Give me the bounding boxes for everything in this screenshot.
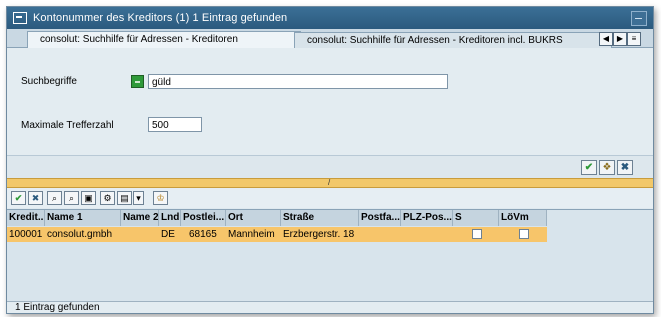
col-strasse[interactable]: Straße — [281, 210, 359, 226]
save-icon[interactable]: ▣ — [81, 191, 96, 205]
col-plzpos[interactable]: PLZ-Pos... — [401, 210, 453, 226]
apply-check-icon[interactable]: ✔ — [11, 191, 26, 205]
find-next-icon[interactable]: ⌕ — [64, 191, 79, 205]
col-ort[interactable]: Ort — [226, 210, 281, 226]
print-icon[interactable]: ▤ — [117, 191, 132, 205]
find-icon[interactable]: ⌕ — [47, 191, 62, 205]
cell-s-checkbox[interactable] — [472, 229, 482, 239]
col-kredit[interactable]: Kredit... — [7, 210, 45, 226]
col-postfach[interactable]: Postfa... — [359, 210, 401, 226]
tab-left-icon[interactable]: ◀ — [599, 32, 613, 46]
cell-loevm-checkbox[interactable] — [519, 229, 529, 239]
cell-strasse: Erzbergerstr. 18 — [283, 229, 355, 240]
grid-header: Kredit... Name 1 Name 2 Lnd Postlei... O… — [7, 210, 547, 226]
dialog-window: Kontonummer des Kreditors (1) 1 Eintrag … — [6, 6, 654, 314]
cell-kredit: 100001 — [9, 229, 43, 240]
window-icon — [13, 12, 27, 24]
settings-icon[interactable]: ⚙ — [100, 191, 115, 205]
col-s[interactable]: S — [453, 210, 499, 226]
suchbegriffe-label: Suchbegriffe — [21, 76, 77, 87]
personal-list-icon[interactable]: ♔ — [153, 191, 168, 205]
tab-list-icon[interactable]: ≡ — [627, 32, 641, 46]
max-hits-label: Maximale Trefferzahl — [21, 120, 114, 131]
window-title: Kontonummer des Kreditors (1) 1 Eintrag … — [33, 12, 288, 24]
col-lnd[interactable]: Lnd — [159, 210, 181, 226]
minimize-icon[interactable] — [631, 11, 647, 26]
tab-kreditoren-bukrs[interactable]: consolut: Suchhilfe für Adressen - Kredi… — [294, 32, 612, 48]
cell-plzpos — [401, 227, 453, 242]
col-plz[interactable]: Postlei... — [181, 210, 226, 226]
splitter[interactable]: / — [7, 178, 653, 188]
suchbegriffe-input[interactable]: güld — [148, 74, 448, 89]
cancel-x-icon[interactable]: ✖ — [28, 191, 43, 205]
table-row[interactable]: 100001 consolut.gmbh DE 68165 Mannheim E… — [7, 227, 547, 242]
cell-ort: Mannheim — [228, 229, 275, 240]
cell-name1: consolut.gmbh — [47, 229, 113, 240]
result-toolbar: ✔ ✖ ⌕ ⌕ ▣ ⚙ ▤ ▾ ♔ — [7, 188, 653, 208]
cell-postfach — [359, 227, 401, 242]
cell-plz: 68165 — [189, 229, 217, 240]
multi-select-icon[interactable] — [131, 75, 144, 88]
multi-select-icon[interactable]: ❖ — [599, 160, 615, 175]
tab-kreditoren[interactable]: consolut: Suchhilfe für Adressen - Kredi… — [27, 31, 301, 49]
title-bar: Kontonummer des Kreditors (1) 1 Eintrag … — [7, 7, 653, 29]
continue-check-icon[interactable]: ✔ — [581, 160, 597, 175]
col-loevm[interactable]: LöVm — [499, 210, 547, 226]
search-panel: Suchbegriffe güld Maximale Trefferzahl 5… — [7, 48, 653, 155]
cell-lnd: DE — [161, 229, 175, 240]
cancel-icon[interactable]: ✖ — [617, 160, 633, 175]
status-text: 1 Eintrag gefunden — [15, 302, 100, 313]
tab-right-icon[interactable]: ▶ — [613, 32, 627, 46]
tab-strip: consolut: Suchhilfe für Adressen - Kredi… — [7, 29, 653, 49]
result-grid: Kredit... Name 1 Name 2 Lnd Postlei... O… — [7, 209, 653, 302]
dropdown-icon[interactable]: ▾ — [133, 191, 144, 205]
col-name1[interactable]: Name 1 — [45, 210, 121, 226]
cell-name2 — [121, 227, 159, 242]
status-bar: 1 Eintrag gefunden — [7, 301, 653, 313]
col-name2[interactable]: Name 2 — [121, 210, 159, 226]
action-row: ✔ ❖ ✖ — [7, 155, 653, 178]
splitter-grip-icon[interactable]: / — [328, 179, 330, 187]
max-hits-input[interactable]: 500 — [148, 117, 202, 132]
